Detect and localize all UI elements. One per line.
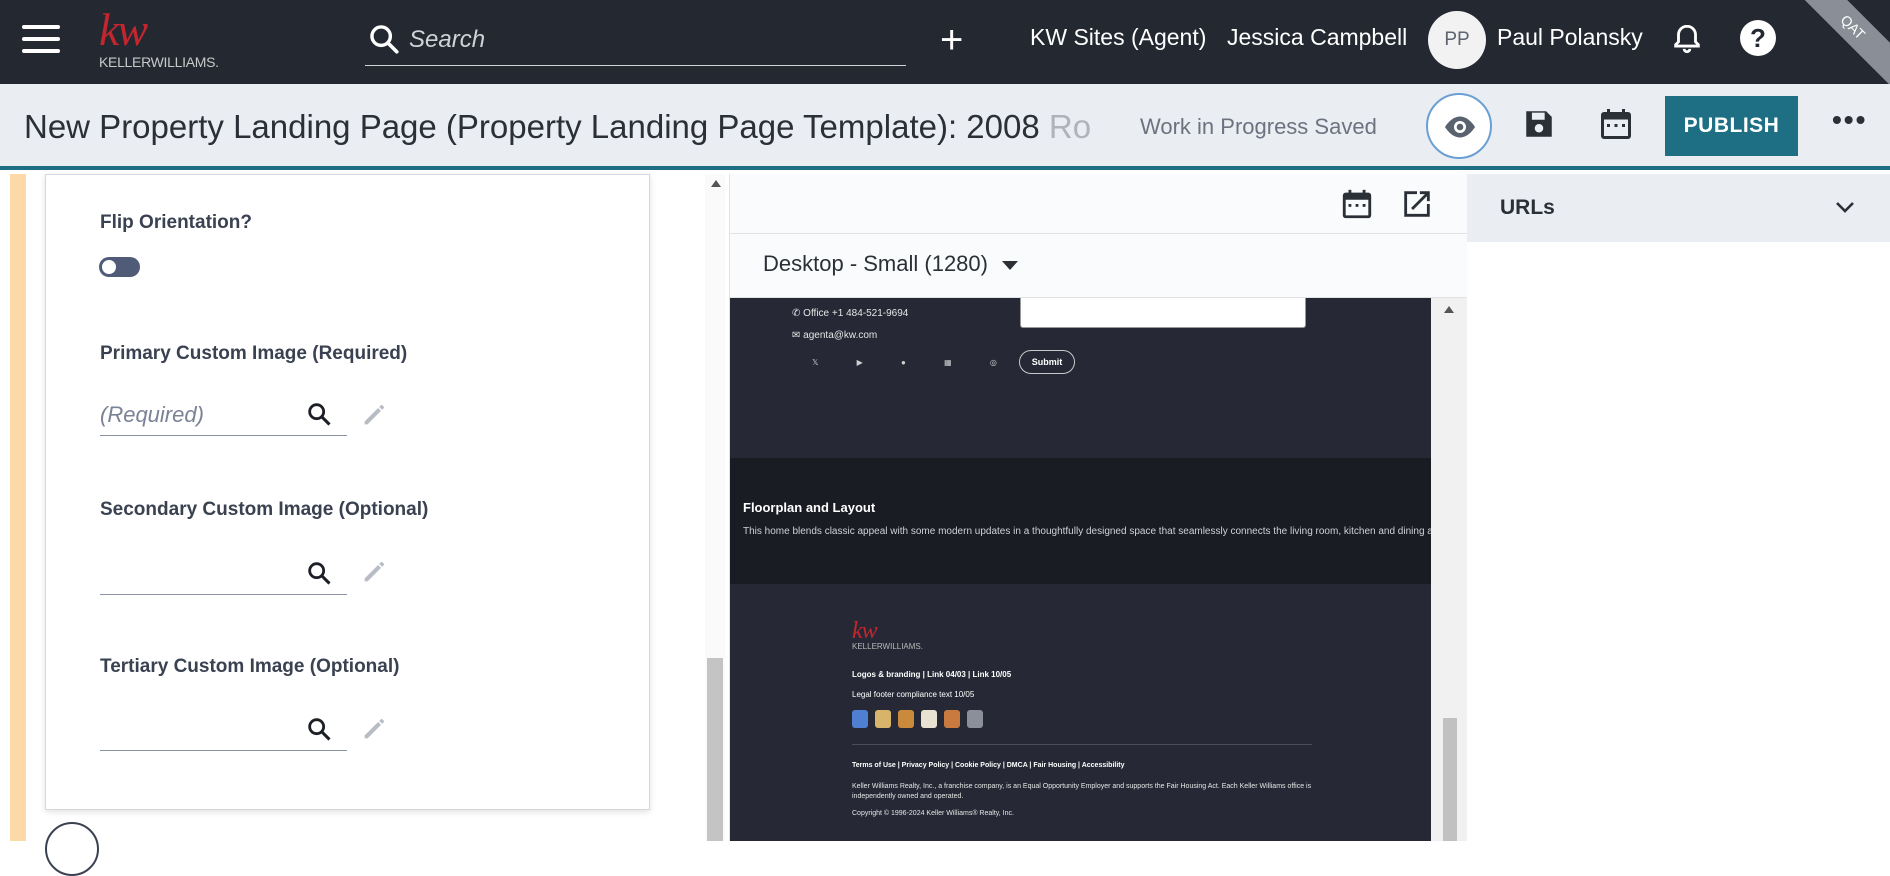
chevron-down-icon [1836,202,1854,213]
right-panel: URLs [1467,174,1890,841]
badge-icon [852,710,868,728]
add-section-button[interactable] [45,822,99,876]
pencil-icon[interactable] [360,715,388,743]
preview-scrollbar-thumb[interactable] [1443,718,1457,841]
search-placeholder: Search [409,26,486,53]
footer-policies[interactable]: Terms of Use | Privacy Policy | Cookie P… [852,762,1125,769]
footer-logo: kw KELLERWILLIAMS. [852,618,923,651]
calendar-icon[interactable] [1340,187,1374,221]
pencil-icon[interactable] [360,401,388,429]
urls-accordion-header[interactable]: URLs [1467,174,1890,242]
primary-image-placeholder: (Required) [100,402,204,427]
user-name[interactable]: Paul Polansky [1497,24,1643,51]
eye-icon [1445,116,1475,138]
message-textarea[interactable] [1020,298,1306,328]
site-preview: ✆ Office +1 484-521-9694 ✉ agenta@kw.com… [730,298,1431,841]
save-icon[interactable] [1522,106,1556,142]
floorplan-section: Floorplan and Layout This home blends cl… [730,458,1431,584]
scroll-up-arrow-icon[interactable] [711,180,721,187]
flip-orientation-toggle[interactable] [99,257,140,277]
footer-links[interactable]: Logos & branding | Link 04/03 | Link 10/… [852,670,1011,679]
agent-selector[interactable]: Jessica Campbell [1227,24,1407,51]
add-icon[interactable]: + [940,18,963,62]
mail-icon: ✉ [792,330,804,341]
kw-sites-menu[interactable]: KW Sites (Agent) [1030,24,1206,51]
pencil-icon[interactable] [360,558,388,586]
search-input[interactable]: Search [365,18,906,66]
footer-legal: Legal footer compliance text 10/05 [852,690,975,699]
save-status: Work in Progress Saved [1140,114,1377,139]
search-icon[interactable] [305,559,333,587]
footer-divider [852,744,1312,745]
secondary-image-field[interactable] [100,555,347,595]
caret-down-icon [1001,260,1018,270]
avatar[interactable]: PP [1428,11,1486,69]
tertiary-image-label: Tertiary Custom Image (Optional) [100,656,400,677]
help-icon[interactable]: ? [1740,20,1776,56]
flip-orientation-label: Flip Orientation? [100,212,252,233]
preview-panel: Desktop - Small (1280) ✆ Office +1 484-5… [729,174,1468,841]
search-icon [370,25,399,54]
preview-button[interactable] [1426,93,1492,159]
badge-icon [944,710,960,728]
page-header: New Property Landing Page (Property Land… [0,84,1890,170]
open-in-new-icon[interactable] [1400,187,1434,221]
footer-copyright: Copyright © 1996-2024 Keller Williams® R… [852,810,1014,817]
publish-button[interactable]: PUBLISH [1665,96,1798,156]
floorplan-title: Floorplan and Layout [743,500,876,515]
section-indicator [10,174,26,841]
footer-disclaimer: Keller Williams Realty, Inc., a franchis… [852,783,1312,800]
keller-williams-logo[interactable]: kw KELLERWILLIAMS. [99,7,229,72]
device-row: Desktop - Small (1280) [730,234,1468,298]
environment-badge: QAT [1789,0,1890,91]
scroll-up-arrow-icon[interactable] [1444,306,1454,313]
search-icon[interactable] [305,400,333,428]
search-icon[interactable] [305,715,333,743]
bell-icon[interactable] [1670,20,1704,58]
submit-button[interactable]: Submit [1019,350,1075,374]
primary-image-field[interactable]: (Required) [100,396,347,436]
urls-label: URLs [1500,196,1555,219]
phone-icon: ✆ [792,308,804,319]
page-title: New Property Landing Page (Property Land… [24,108,1092,145]
device-size-dropdown[interactable]: Desktop - Small (1280) [763,251,1018,277]
floorplan-text: This home blends classic appeal with som… [743,526,1431,537]
office-phone: ✆ Office +1 484-521-9694 [792,308,909,319]
calendar-icon[interactable] [1598,106,1634,142]
badge-icon [875,710,891,728]
editor-scrollbar-thumb[interactable] [707,658,723,841]
site-footer: kw KELLERWILLIAMS. Logos & branding | Li… [730,584,1431,841]
secondary-image-label: Secondary Custom Image (Optional) [100,499,429,520]
primary-image-label: Primary Custom Image (Required) [100,343,408,364]
compliance-badges [852,710,990,733]
badge-icon [898,710,914,728]
more-options-icon[interactable]: ••• [1832,104,1867,136]
badge-icon [967,710,983,728]
badge-icon [921,710,937,728]
preview-scrollbar[interactable] [1431,298,1468,841]
social-icons[interactable]: 𝕏 ▶ ● ▦ ◎ [812,358,1015,367]
preview-toolbar [730,174,1468,234]
contact-info: ✆ Office +1 484-521-9694 ✉ agenta@kw.com [792,308,908,352]
top-navigation-bar: kw KELLERWILLIAMS. Search + KW Sites (Ag… [0,0,1890,91]
agent-email: ✉ agenta@kw.com [792,330,878,341]
toggle-knob [102,260,116,274]
tertiary-image-field[interactable] [100,711,347,751]
menu-icon[interactable] [22,25,62,55]
